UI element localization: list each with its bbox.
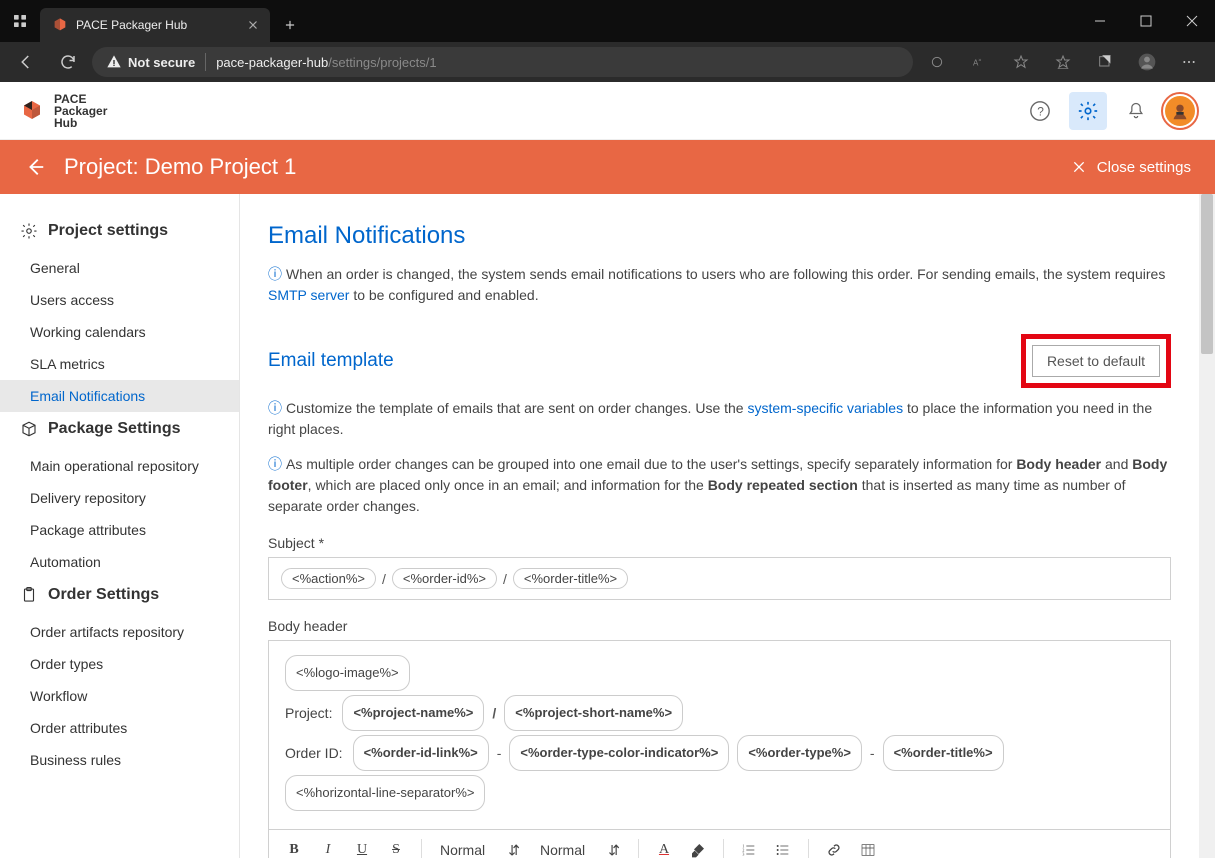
variable-chip[interactable]: <%horizontal-line-separator%> bbox=[285, 775, 485, 811]
sidebar-item[interactable]: Package attributes bbox=[0, 514, 239, 546]
sidebar-item[interactable]: Business rules bbox=[0, 744, 239, 776]
link-button[interactable] bbox=[819, 835, 849, 858]
app-logo-icon bbox=[20, 99, 44, 123]
read-aloud-icon[interactable]: A» bbox=[961, 46, 997, 78]
app-logo-text: PACEPackagerHub bbox=[54, 93, 107, 129]
page-heading: Email Notifications bbox=[268, 222, 1171, 250]
sidebar-item[interactable]: Users access bbox=[0, 284, 239, 316]
clipboard-icon bbox=[20, 586, 38, 604]
info-icon: ⓘ bbox=[268, 266, 282, 282]
variable-chip[interactable]: <%order-type%> bbox=[737, 735, 862, 771]
security-warning: Not secure bbox=[106, 54, 195, 70]
banner-title: Project: Demo Project 1 bbox=[64, 154, 296, 180]
variable-chip[interactable]: <%project-short-name%> bbox=[504, 695, 683, 731]
menu-icon[interactable] bbox=[1171, 46, 1207, 78]
italic-button[interactable]: I bbox=[313, 835, 343, 858]
svg-text:»: » bbox=[978, 57, 981, 63]
close-settings-button[interactable]: Close settings bbox=[1071, 159, 1191, 176]
sidebar: Project settings GeneralUsers accessWork… bbox=[0, 194, 240, 858]
sidebar-item[interactable]: SLA metrics bbox=[0, 348, 239, 380]
tab-title: PACE Packager Hub bbox=[76, 18, 238, 32]
address-bar[interactable]: Not secure pace-packager-hub/settings/pr… bbox=[92, 47, 913, 77]
notifications-button[interactable] bbox=[1117, 92, 1155, 130]
close-window-button[interactable] bbox=[1169, 0, 1215, 42]
back-button[interactable] bbox=[8, 46, 44, 78]
vpn-icon[interactable] bbox=[919, 46, 955, 78]
section-order-settings: Order Settings bbox=[0, 586, 239, 604]
sidebar-item[interactable]: Order artifacts repository bbox=[0, 616, 239, 648]
minimize-button[interactable] bbox=[1077, 0, 1123, 42]
ordered-list-button[interactable]: 123 bbox=[734, 835, 764, 858]
unordered-list-button[interactable] bbox=[768, 835, 798, 858]
sub-heading: Email template bbox=[268, 350, 394, 372]
subject-label: Subject * bbox=[268, 535, 1171, 551]
user-avatar[interactable] bbox=[1165, 96, 1195, 126]
sidebar-item[interactable]: Automation bbox=[0, 546, 239, 578]
tab-overview-button[interactable] bbox=[0, 0, 40, 42]
table-button[interactable] bbox=[853, 835, 883, 858]
font-select[interactable]: Normal⇵ bbox=[532, 842, 628, 858]
variable-chip[interactable]: <%order-type-color-indicator%> bbox=[509, 735, 729, 771]
new-tab-button[interactable] bbox=[274, 8, 306, 42]
subject-field[interactable]: <%action%> / <%order-id%> / <%order-titl… bbox=[268, 557, 1171, 600]
variable-chip[interactable]: <%order-title%> bbox=[883, 735, 1004, 771]
info-text: ⓘCustomize the template of emails that a… bbox=[268, 398, 1171, 440]
highlight-button[interactable] bbox=[683, 835, 713, 858]
collections-icon[interactable] bbox=[1087, 46, 1123, 78]
scrollbar[interactable] bbox=[1199, 194, 1215, 858]
variable-chip[interactable]: <%project-name%> bbox=[342, 695, 484, 731]
settings-button[interactable] bbox=[1069, 92, 1107, 130]
variables-link[interactable]: system-specific variables bbox=[747, 400, 903, 416]
info-icon: ⓘ bbox=[268, 456, 282, 472]
variable-chip[interactable]: <%logo-image%> bbox=[285, 655, 410, 691]
heading-select[interactable]: Normal⇵ bbox=[432, 842, 528, 858]
favorites-icon[interactable] bbox=[1003, 46, 1039, 78]
text-color-button[interactable]: A bbox=[649, 835, 679, 858]
editor-toolbar: B I U S Normal⇵ Normal⇵ A 123 bbox=[268, 830, 1171, 858]
smtp-link[interactable]: SMTP server bbox=[268, 287, 349, 303]
reset-to-default-button[interactable]: Reset to default bbox=[1032, 345, 1160, 377]
cube-icon bbox=[52, 17, 68, 33]
variable-chip[interactable]: <%order-id%> bbox=[392, 568, 497, 589]
security-label: Not secure bbox=[128, 55, 195, 70]
info-icon: ⓘ bbox=[268, 400, 282, 416]
bold-button[interactable]: B bbox=[279, 835, 309, 858]
sidebar-item[interactable]: Order attributes bbox=[0, 712, 239, 744]
favorites-bar-icon[interactable] bbox=[1045, 46, 1081, 78]
sidebar-item[interactable]: Workflow bbox=[0, 680, 239, 712]
package-icon bbox=[20, 420, 38, 438]
underline-button[interactable]: U bbox=[347, 835, 377, 858]
sidebar-item[interactable]: Delivery repository bbox=[0, 482, 239, 514]
variable-chip[interactable]: <%order-id-link%> bbox=[353, 735, 489, 771]
section-package-settings: Package Settings bbox=[0, 420, 239, 438]
profile-icon[interactable] bbox=[1129, 46, 1165, 78]
body-header-label: Body header bbox=[268, 618, 1171, 634]
section-project-settings: Project settings bbox=[0, 222, 239, 240]
help-button[interactable]: ? bbox=[1021, 92, 1059, 130]
svg-text:3: 3 bbox=[742, 851, 744, 856]
banner-back-button[interactable] bbox=[24, 156, 46, 178]
sidebar-item[interactable]: Email Notifications bbox=[0, 380, 239, 412]
reload-button[interactable] bbox=[50, 46, 86, 78]
svg-text:?: ? bbox=[1037, 104, 1044, 118]
close-icon[interactable] bbox=[246, 18, 260, 32]
main-content: Email Notifications ⓘWhen an order is ch… bbox=[240, 194, 1215, 858]
gear-icon bbox=[20, 222, 38, 240]
body-header-field[interactable]: <%logo-image%> Project: <%project-name%>… bbox=[268, 640, 1171, 830]
variable-chip[interactable]: <%order-title%> bbox=[513, 568, 628, 589]
sidebar-item[interactable]: Main operational repository bbox=[0, 450, 239, 482]
page-banner: Project: Demo Project 1 Close settings bbox=[0, 140, 1215, 194]
sidebar-item[interactable]: General bbox=[0, 252, 239, 284]
highlight-box: Reset to default bbox=[1021, 334, 1171, 388]
sidebar-item[interactable]: Working calendars bbox=[0, 316, 239, 348]
maximize-button[interactable] bbox=[1123, 0, 1169, 42]
browser-tab[interactable]: PACE Packager Hub bbox=[40, 8, 270, 42]
info-text: ⓘAs multiple order changes can be groupe… bbox=[268, 454, 1171, 517]
variable-chip[interactable]: <%action%> bbox=[281, 568, 376, 589]
url-host: pace-packager-hub/settings/projects/1 bbox=[216, 55, 436, 70]
strike-button[interactable]: S bbox=[381, 835, 411, 858]
sidebar-item[interactable]: Order types bbox=[0, 648, 239, 680]
info-text: ⓘWhen an order is changed, the system se… bbox=[268, 264, 1171, 306]
close-icon bbox=[1071, 159, 1087, 175]
